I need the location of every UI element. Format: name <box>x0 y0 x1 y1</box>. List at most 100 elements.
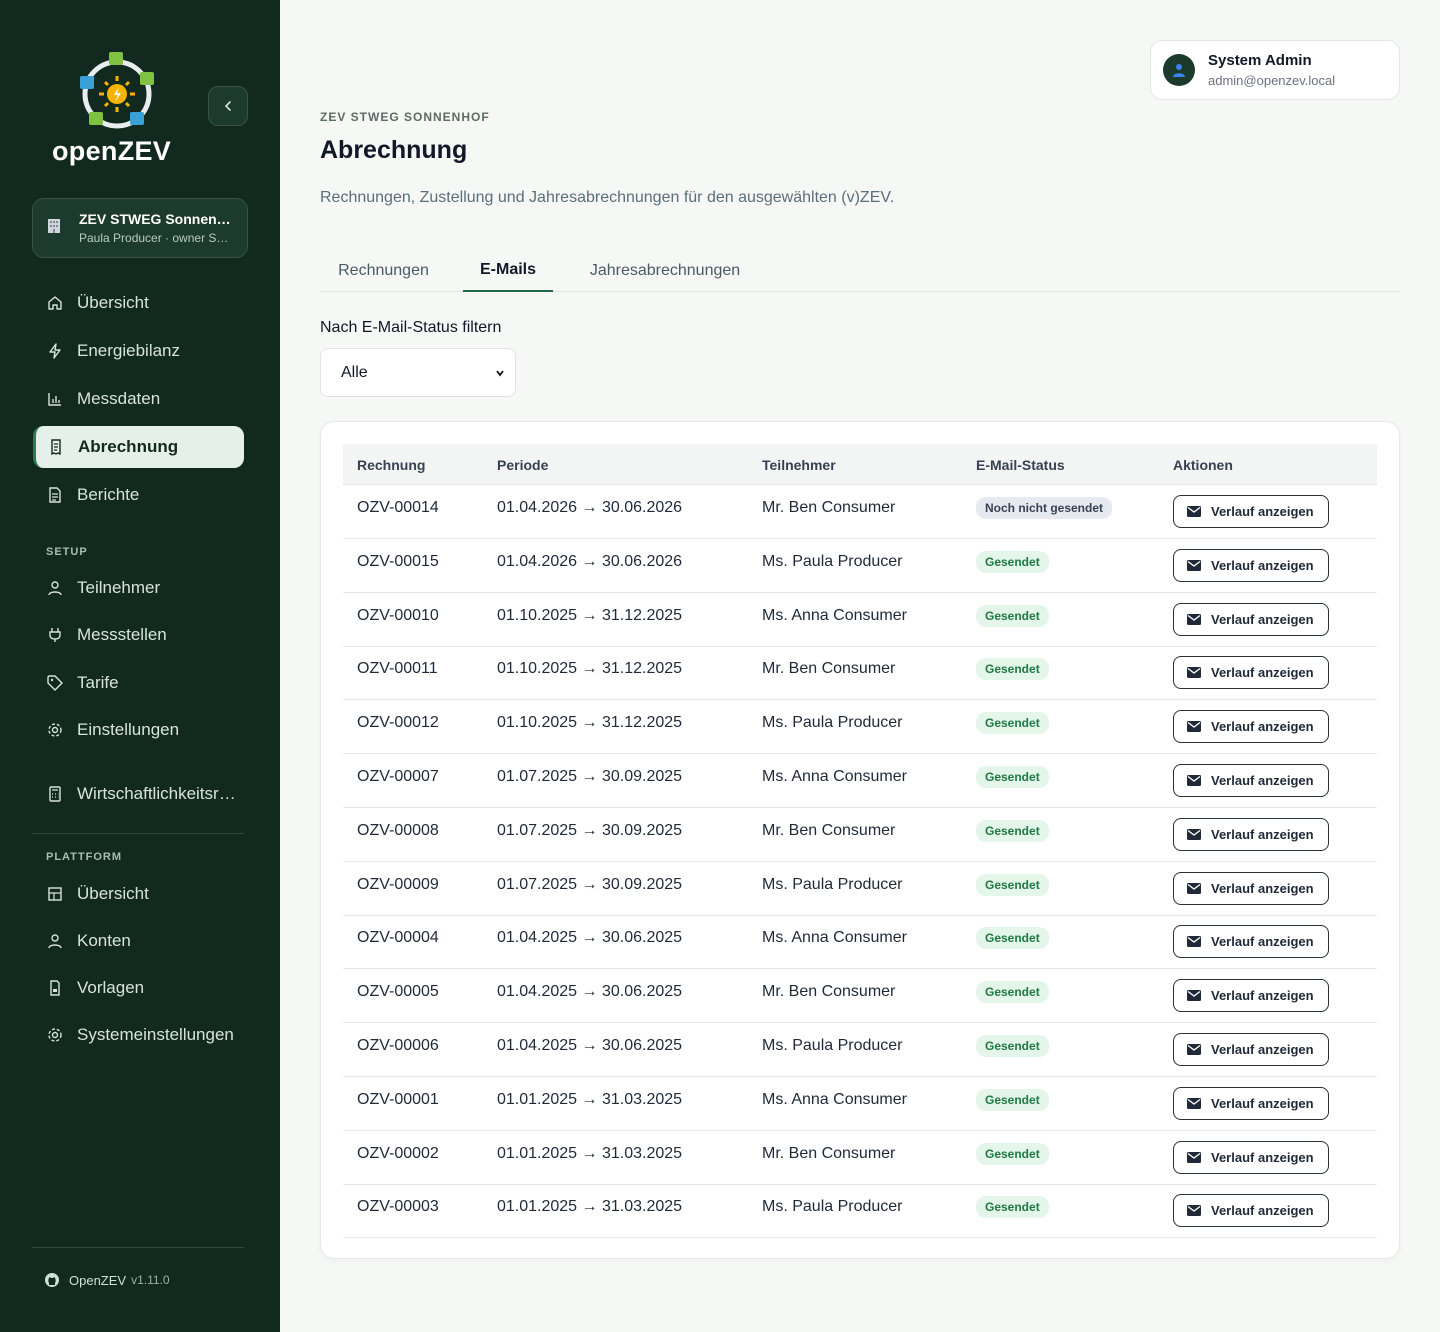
user-avatar-icon <box>1163 54 1195 86</box>
bar-chart-icon <box>45 389 65 409</box>
show-history-button[interactable]: Verlauf anzeigen <box>1173 925 1329 959</box>
envelope-icon <box>1187 989 1201 1003</box>
show-history-button[interactable]: Verlauf anzeigen <box>1173 710 1329 744</box>
status-badge: Gesendet <box>976 766 1049 788</box>
show-history-button[interactable]: Verlauf anzeigen <box>1173 602 1329 636</box>
footer-version: v1.11.0 <box>131 1273 170 1287</box>
user-name: System Admin <box>1208 52 1312 69</box>
column-header: Teilnehmer <box>762 456 836 473</box>
logo-icon <box>80 52 154 129</box>
invoice-number: OZV-00015 <box>357 552 439 570</box>
email-table: Rechnung Periode Teilnehmer E-Mail-Statu… <box>320 421 1400 1259</box>
invoice-period: 01.10.2025 → 31.12.2025 <box>497 660 683 678</box>
sidebar-item-messstellen[interactable]: Messstellen <box>33 614 244 656</box>
status-badge: Gesendet <box>976 927 1049 950</box>
gear-icon <box>45 1025 65 1045</box>
status-badge: Gesendet <box>976 604 1049 627</box>
invoice-number: OZV-00004 <box>357 929 439 947</box>
sidebar-item-label: Übersicht <box>77 293 149 312</box>
show-history-button[interactable]: Verlauf anzeigen <box>1173 1033 1329 1066</box>
status-badge: Gesendet <box>976 1142 1049 1165</box>
sidebar-item-label: Energiebilanz <box>77 341 181 360</box>
column-header: Aktionen <box>1173 456 1233 473</box>
zev-selector[interactable]: ZEV STWEG Sonnenhof Paula Producer · own… <box>32 198 248 258</box>
sidebar-item-label: Übersicht <box>77 884 149 903</box>
show-history-label: Verlauf anzeigen <box>1211 1095 1314 1111</box>
participant-name: Mr. Ben Consumer <box>762 821 896 839</box>
tab-emails[interactable]: E-Mails <box>463 250 553 292</box>
show-history-button[interactable]: Verlauf anzeigen <box>1173 817 1329 851</box>
table-row: OZV-00007 01.07.2025 → 30.09.2025 Ms. An… <box>343 754 1377 808</box>
github-icon <box>44 1272 60 1288</box>
show-history-button[interactable]: Verlauf anzeigen <box>1173 764 1329 797</box>
show-history-button[interactable]: Verlauf anzeigen <box>1173 548 1329 582</box>
page-subtitle: Rechnungen, Zustellung und Jahresabrechn… <box>320 189 895 206</box>
envelope-icon <box>1187 1096 1201 1110</box>
user-menu[interactable]: System Admin admin@openzev.local <box>1150 40 1400 100</box>
sidebar-item-abrechnung[interactable]: Abrechnung <box>33 426 244 468</box>
email-status-cell: Gesendet <box>976 915 1049 961</box>
email-status-select[interactable]: Alle <box>320 348 516 397</box>
sidebar-item-tarife[interactable]: Tarife <box>33 662 244 704</box>
tab-jahresabrechnungen[interactable]: Jahresabrechnungen <box>570 250 760 292</box>
email-status-cell: Gesendet <box>976 593 1049 639</box>
participant-name: Ms. Paula Producer <box>762 1198 903 1216</box>
status-badge: Gesendet <box>976 550 1049 573</box>
email-status-cell: Gesendet <box>976 1131 1049 1177</box>
sidebar-item-messdaten[interactable]: Messdaten <box>33 378 244 420</box>
sidebar-item-systemeinstellungen[interactable]: Systemeinstellungen <box>33 1014 244 1056</box>
sidebar-item-berichte[interactable]: Berichte <box>33 474 244 516</box>
sidebar-item-uebersicht[interactable]: Übersicht <box>33 282 244 324</box>
envelope-icon <box>1187 1150 1201 1164</box>
user-icon <box>45 578 65 598</box>
sidebar-item-platform-uebersicht[interactable]: Übersicht <box>33 873 244 915</box>
table-row: OZV-00011 01.10.2025 → 31.12.2025 Mr. Be… <box>343 646 1377 701</box>
participant-name: Ms. Anna Consumer <box>762 929 907 947</box>
participant-name: Mr. Ben Consumer <box>762 499 896 516</box>
invoice-period: 01.04.2026 → 30.06.2026 <box>497 499 683 516</box>
participant-name: Mr. Ben Consumer <box>762 1144 896 1162</box>
status-badge: Gesendet <box>976 712 1049 735</box>
email-status-cell: Gesendet <box>976 1077 1049 1123</box>
openzev-logo[interactable]: openZEV <box>52 50 182 167</box>
invoice-number: OZV-00002 <box>357 1144 439 1162</box>
sidebar-item-label: Abrechnung <box>78 437 179 456</box>
show-history-button[interactable]: Verlauf anzeigen <box>1173 979 1329 1013</box>
status-badge: Noch nicht gesendet <box>976 497 1113 519</box>
tab-rechnungen[interactable]: Rechnungen <box>320 250 447 292</box>
participant-name: Mr. Ben Consumer <box>762 660 896 678</box>
sidebar-item-vorlagen[interactable]: Vorlagen <box>33 967 244 1009</box>
envelope-icon <box>1187 881 1201 895</box>
sidebar-item-einstellungen[interactable]: Einstellungen <box>33 709 244 751</box>
sidebar-item-teilnehmer[interactable]: Teilnehmer <box>33 567 244 609</box>
invoice-period: 01.07.2025 → 30.09.2025 <box>497 821 683 839</box>
invoice-period: 01.10.2025 → 31.12.2025 <box>497 606 683 624</box>
sidebar-item-label: Messstellen <box>77 625 167 644</box>
email-status-cell: Gesendet <box>976 646 1049 692</box>
sidebar-item-energiebilanz[interactable]: Energiebilanz <box>33 330 244 372</box>
sidebar-item-wirtschaftlichkeit[interactable]: Wirtschaftlichkeitsrechner <box>33 773 244 815</box>
invoice-period: 01.07.2025 → 30.09.2025 <box>497 875 683 893</box>
show-history-button[interactable]: Verlauf anzeigen <box>1173 656 1329 690</box>
show-history-button[interactable]: Verlauf anzeigen <box>1173 1086 1329 1120</box>
participant-name: Ms. Paula Producer <box>762 1037 903 1054</box>
show-history-label: Verlauf anzeigen <box>1211 880 1314 896</box>
show-history-label: Verlauf anzeigen <box>1211 611 1314 627</box>
show-history-button[interactable]: Verlauf anzeigen <box>1173 871 1329 905</box>
sidebar-item-label: Systemeinstellungen <box>77 1025 234 1044</box>
show-history-button[interactable]: Verlauf anzeigen <box>1173 1140 1329 1174</box>
show-history-button[interactable]: Verlauf anzeigen <box>1173 495 1329 528</box>
show-history-button[interactable]: Verlauf anzeigen <box>1173 1194 1329 1228</box>
participant-name: Mr. Ben Consumer <box>762 983 896 1001</box>
sidebar-item-konten[interactable]: Konten <box>33 920 244 962</box>
participant-name: Ms. Anna Consumer <box>762 606 907 624</box>
bolt-icon <box>45 341 65 361</box>
show-history-label: Verlauf anzeigen <box>1211 504 1314 519</box>
sidebar-footer[interactable]: OpenZEV v1.11.0 <box>44 1272 170 1288</box>
page-title: Abrechnung <box>320 136 468 164</box>
collapse-sidebar-button[interactable] <box>208 86 248 126</box>
table-row: OZV-00014 01.04.2026 → 30.06.2026 Mr. Be… <box>343 485 1377 539</box>
email-status-cell: Gesendet <box>976 539 1049 585</box>
envelope-icon <box>1187 774 1201 788</box>
column-header: E-Mail-Status <box>976 456 1065 473</box>
